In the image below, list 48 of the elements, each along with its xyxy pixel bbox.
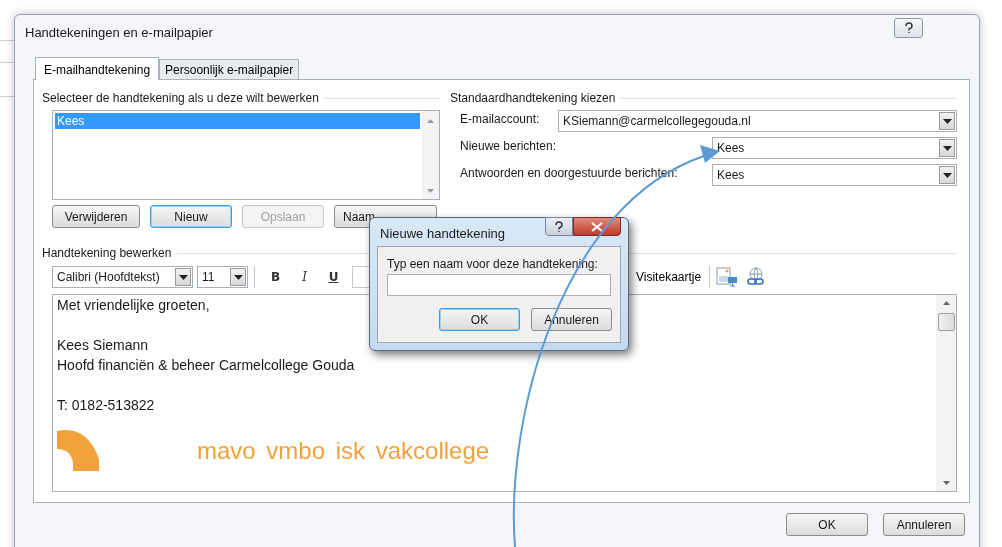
size-dropdown[interactable]: 11 — [197, 266, 248, 288]
font-dropdown[interactable]: Calibri (Hoofdtekst) — [52, 266, 193, 288]
help-icon — [554, 220, 564, 233]
help-icon — [903, 22, 914, 34]
close-button[interactable] — [573, 217, 621, 236]
tab[interactable]: Persoonlijk e-mailpapier — [159, 59, 300, 79]
format-button[interactable]: I — [290, 270, 319, 284]
caret-icon — [942, 172, 952, 178]
caret-icon — [942, 118, 952, 124]
dialog-button[interactable]: Annuleren — [883, 513, 965, 536]
signature-line: Met vriendelijke groeten, — [57, 296, 211, 315]
scroll-up-icon[interactable] — [942, 301, 950, 305]
dropdown[interactable]: KSiemann@carmelcollegegouda.nl — [558, 110, 957, 132]
tab[interactable]: E-mailhandtekening — [35, 57, 160, 80]
scroll-down-icon[interactable] — [427, 189, 434, 193]
scrollbar[interactable] — [422, 111, 439, 199]
help-button[interactable] — [545, 217, 573, 236]
caret-icon — [942, 145, 952, 151]
section-heading: Selecteer de handtekening als u deze wilt bewerken — [42, 91, 319, 105]
scroll-thumb[interactable] — [937, 313, 955, 331]
picture-icon[interactable] — [716, 267, 739, 287]
caret-icon — [178, 274, 188, 280]
field-label: E-mailaccount: — [460, 111, 540, 126]
field-label: Nieuwe berichten: — [460, 138, 557, 153]
section-heading: Handtekening bewerken — [42, 246, 172, 260]
signature-line: Hoofd financiën & beheer Carmelcollege Gouda — [57, 356, 356, 375]
dialog-button[interactable]: OK — [786, 513, 868, 536]
dialog-button[interactable]: OK — [439, 308, 520, 331]
format-button[interactable]: U — [319, 270, 348, 284]
scrollbar[interactable] — [936, 295, 956, 491]
business-card-button[interactable]: Visitekaartje — [634, 270, 704, 284]
dialog-title: Nieuwe handtekening — [379, 225, 506, 241]
hyperlink-icon[interactable] — [746, 267, 767, 287]
dropdown[interactable]: Kees — [712, 137, 957, 159]
close-icon — [591, 221, 603, 232]
signature-line: Kees Siemann — [57, 336, 150, 355]
scroll-up-icon[interactable] — [427, 119, 434, 123]
section-heading: Standaardhandtekening kiezen — [450, 91, 616, 105]
scroll-down-icon[interactable] — [942, 481, 950, 485]
action-button[interactable]: Nieuw — [150, 205, 232, 228]
signature-line: T: 0182-513822 — [57, 396, 156, 415]
window-title: Handtekeningen en e-mailpapier — [25, 24, 213, 40]
action-button[interactable]: Verwijderen — [52, 205, 140, 228]
help-button[interactable] — [894, 18, 923, 38]
name-input[interactable] — [387, 274, 611, 296]
format-button[interactable]: B — [261, 270, 290, 284]
dropdown[interactable]: Kees — [712, 164, 957, 186]
caret-icon — [233, 274, 243, 280]
